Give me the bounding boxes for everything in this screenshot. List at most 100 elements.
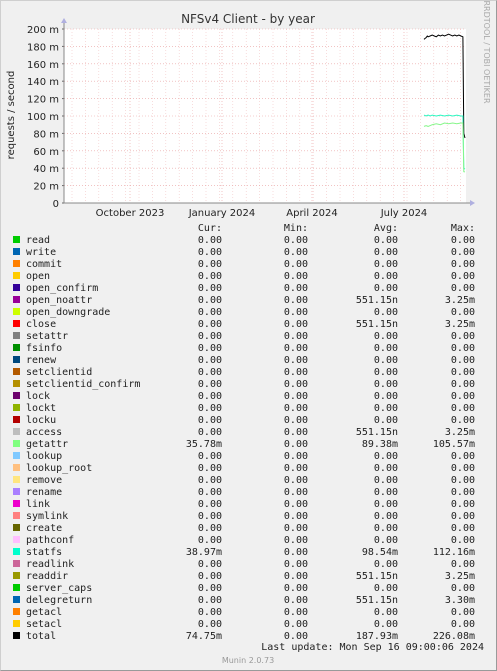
- y-tick-label: 60 m: [33, 147, 59, 158]
- legend-swatch: [13, 608, 20, 615]
- legend-label: open_confirm: [26, 283, 98, 294]
- legend-value-min: 0.00: [284, 271, 308, 282]
- legend-value-cur: 0.00: [198, 247, 222, 258]
- legend-header-min: Min:: [284, 223, 308, 234]
- legend-swatch: [13, 356, 20, 363]
- legend-label: getattr: [26, 439, 68, 450]
- legend-header-avg: Avg:: [374, 223, 398, 234]
- legend-label: open_noattr: [26, 295, 92, 306]
- legend-swatch: [13, 524, 20, 531]
- legend-value-avg: 0.00: [374, 367, 398, 378]
- legend-value-avg: 0.00: [374, 535, 398, 546]
- legend-label: lockt: [26, 403, 56, 414]
- legend-label: setacl: [26, 619, 62, 630]
- legend-item: write 0.00 0.00 0.00 0.00: [13, 247, 475, 258]
- legend-label: lock: [26, 391, 50, 402]
- legend-value-cur: 0.00: [198, 391, 222, 402]
- legend-value-cur: 0.00: [198, 319, 222, 330]
- legend-swatch: [13, 320, 20, 327]
- legend-swatch: [13, 596, 20, 603]
- legend-item: open_noattr 0.00 0.00 551.15n 3.25m: [13, 295, 475, 306]
- legend-swatch: [13, 488, 20, 495]
- legend-value-max: 0.00: [451, 487, 475, 498]
- legend-item: symlink 0.00 0.00 0.00 0.00: [13, 511, 475, 522]
- legend-value-max: 0.00: [451, 523, 475, 534]
- legend-value-cur: 0.00: [198, 475, 222, 486]
- y-tick-label: 120 m: [27, 95, 59, 106]
- legend-value-max: 0.00: [451, 307, 475, 318]
- legend-value-cur: 0.00: [198, 535, 222, 546]
- legend-value-avg: 0.00: [374, 391, 398, 402]
- legend-value-min: 0.00: [284, 415, 308, 426]
- legend-label: locku: [26, 415, 56, 426]
- legend-swatch: [13, 344, 20, 351]
- legend-value-avg: 98.54m: [362, 547, 398, 558]
- legend-value-min: 0.00: [284, 535, 308, 546]
- legend-value-avg: 0.00: [374, 403, 398, 414]
- legend-item: create 0.00 0.00 0.00 0.00: [13, 523, 475, 534]
- y-tick-label: 40 m: [33, 164, 59, 175]
- legend-value-cur: 0.00: [198, 307, 222, 318]
- legend-label: symlink: [26, 511, 68, 522]
- legend-value-max: 0.00: [451, 451, 475, 462]
- legend-swatch: [13, 500, 20, 507]
- legend-value-min: 0.00: [284, 259, 308, 270]
- legend-value-min: 0.00: [284, 283, 308, 294]
- legend-value-avg: 0.00: [374, 511, 398, 522]
- legend-value-max: 0.00: [451, 415, 475, 426]
- legend-value-cur: 38.97m: [186, 547, 222, 558]
- legend-value-avg: 0.00: [374, 343, 398, 354]
- legend-swatch: [13, 512, 20, 519]
- legend-value-min: 0.00: [284, 439, 308, 450]
- legend-value-min: 0.00: [284, 367, 308, 378]
- x-axis-arrow: [470, 200, 475, 206]
- legend-value-min: 0.00: [284, 631, 308, 642]
- legend-value-max: 0.00: [451, 271, 475, 282]
- legend-value-cur: 0.00: [198, 235, 222, 246]
- legend-item: renew 0.00 0.00 0.00 0.00: [13, 355, 475, 366]
- legend-swatch: [13, 452, 20, 459]
- y-axis-arrow: [61, 18, 67, 23]
- legend-header: Cur: Min: Avg: Max:: [198, 223, 475, 234]
- legend-value-avg: 0.00: [374, 247, 398, 258]
- legend-value-cur: 0.00: [198, 583, 222, 594]
- legend-value-avg: 0.00: [374, 487, 398, 498]
- legend-value-min: 0.00: [284, 523, 308, 534]
- legend-value-min: 0.00: [284, 571, 308, 582]
- legend-item: server_caps 0.00 0.00 0.00 0.00: [13, 583, 475, 594]
- legend-label: pathconf: [26, 535, 74, 546]
- legend-value-cur: 0.00: [198, 511, 222, 522]
- legend-item: setclientid_confirm 0.00 0.00 0.00 0.00: [13, 379, 475, 390]
- legend-label: open: [26, 271, 50, 282]
- legend-label: close: [26, 319, 56, 330]
- legend-value-cur: 0.00: [198, 283, 222, 294]
- legend-item: setclientid 0.00 0.00 0.00 0.00: [13, 367, 475, 378]
- legend-value-cur: 0.00: [198, 607, 222, 618]
- legend-value-cur: 0.00: [198, 559, 222, 570]
- legend-value-max: 0.00: [451, 583, 475, 594]
- legend-item: read 0.00 0.00 0.00 0.00: [13, 235, 475, 246]
- legend-value-avg: 0.00: [374, 355, 398, 366]
- legend-value-max: 0.00: [451, 235, 475, 246]
- legend-value-min: 0.00: [284, 343, 308, 354]
- legend-header-cur: Cur:: [198, 223, 222, 234]
- legend-item: remove 0.00 0.00 0.00 0.00: [13, 475, 475, 486]
- legend-item: total 74.75m 0.00 187.93m 226.08m: [13, 631, 475, 642]
- legend-item: access 0.00 0.00 551.15n 3.25m: [13, 427, 475, 438]
- legend-value-min: 0.00: [284, 451, 308, 462]
- legend-label: getacl: [26, 607, 62, 618]
- legend-item: link 0.00 0.00 0.00 0.00: [13, 499, 475, 510]
- legend-item: lookup 0.00 0.00 0.00 0.00: [13, 451, 475, 462]
- legend-item: close 0.00 0.00 551.15n 3.25m: [13, 319, 475, 330]
- legend-value-max: 0.00: [451, 379, 475, 390]
- legend-item: open_downgrade 0.00 0.00 0.00 0.00: [13, 307, 475, 318]
- legend-value-max: 0.00: [451, 355, 475, 366]
- legend-item: open_confirm 0.00 0.00 0.00 0.00: [13, 283, 475, 294]
- legend-value-cur: 0.00: [198, 403, 222, 414]
- legend-value-max: 0.00: [451, 619, 475, 630]
- legend-value-max: 0.00: [451, 403, 475, 414]
- legend-label: readlink: [26, 559, 74, 570]
- legend-value-min: 0.00: [284, 619, 308, 630]
- legend-value-max: 0.00: [451, 511, 475, 522]
- legend-swatch: [13, 428, 20, 435]
